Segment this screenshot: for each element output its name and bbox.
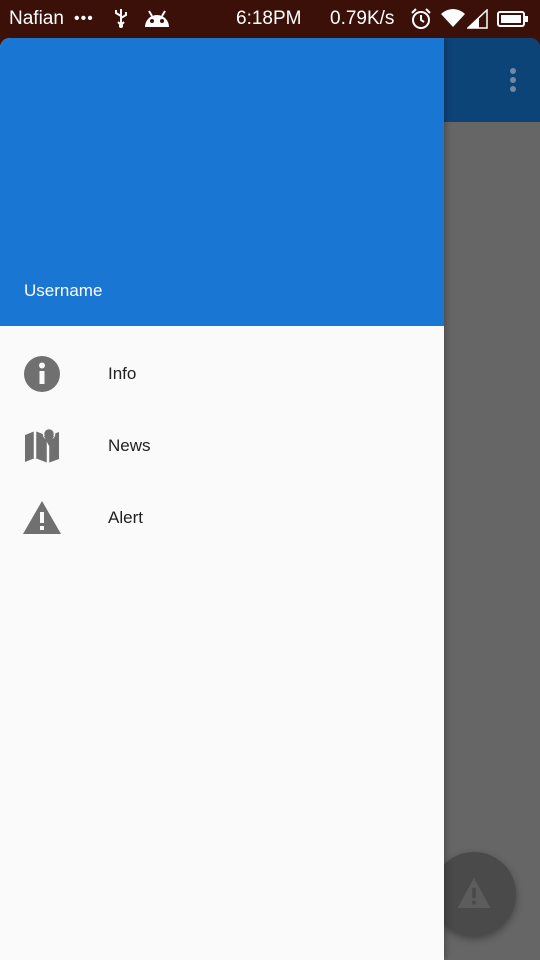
status-bar: Nafian ••• 6:18PM 0.79K/s xyxy=(0,0,540,38)
username-label: Username xyxy=(24,281,103,300)
drawer-item-label: News xyxy=(108,436,151,455)
alarm-icon xyxy=(410,8,432,36)
drawer-item-label: Info xyxy=(108,364,137,383)
warning-icon xyxy=(457,878,491,908)
signal-icon xyxy=(466,8,489,35)
map-icon xyxy=(22,427,62,465)
app-screen: Username Info News Alert xyxy=(0,38,540,960)
usb-icon xyxy=(112,7,130,35)
notification-dots: ••• xyxy=(74,10,94,27)
info-icon xyxy=(22,355,62,393)
more-vert-icon[interactable] xyxy=(500,60,526,100)
drawer-header: Username xyxy=(0,38,444,326)
carrier-name: Nafian xyxy=(9,8,64,29)
drawer-item-news[interactable]: News xyxy=(0,410,444,482)
drawer-item-alert[interactable]: Alert xyxy=(0,482,444,554)
network-speed: 0.79K/s xyxy=(330,8,395,29)
navigation-drawer: Username Info News Alert xyxy=(0,38,444,960)
android-icon xyxy=(142,7,172,35)
clock-time: 6:18PM xyxy=(236,8,302,29)
alert-fab-button[interactable] xyxy=(432,852,516,936)
drawer-item-label: Alert xyxy=(108,508,143,527)
battery-icon xyxy=(497,9,529,35)
drawer-item-info[interactable]: Info xyxy=(0,338,444,410)
wifi-icon xyxy=(441,8,465,34)
warning-icon xyxy=(22,499,62,537)
